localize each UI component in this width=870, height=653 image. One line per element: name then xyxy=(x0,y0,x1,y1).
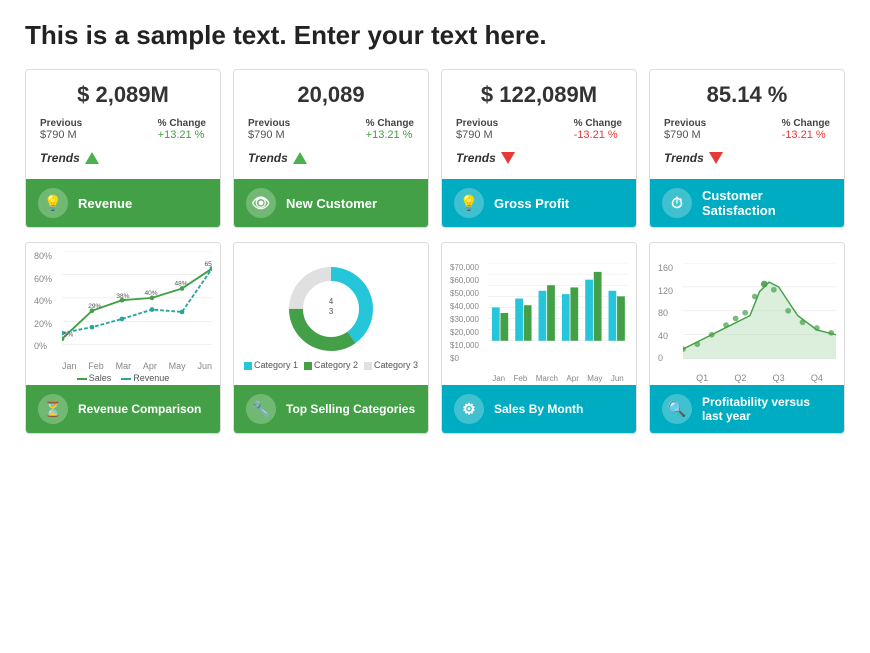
chart-footer-sales-by-month: ⚙ Sales By Month xyxy=(442,385,636,433)
kpi-previous-revenue: Previous $790 M xyxy=(40,118,82,141)
kpi-trends-gross-profit: Trends xyxy=(456,147,622,173)
chart-footer-revenue-comparison: ⏳ Revenue Comparison xyxy=(26,385,220,433)
new-customer-icon: 👁 xyxy=(246,188,276,218)
kpi-meta-customer-satisfaction: Previous $790 M % Change -13.21 % xyxy=(664,118,830,141)
kpi-meta-revenue: Previous $790 M % Change +13.21 % xyxy=(40,118,206,141)
chart-area-sales-by-month: $70,000 $60,000 $50,000 $40,000 $30,000 … xyxy=(442,243,636,385)
donut-legend: Category 1 Category 2 Category 3 xyxy=(244,360,418,370)
line-y-axis: 80% 60% 40% 20% 0% xyxy=(34,251,62,351)
chart-card-sales-by-month: $70,000 $60,000 $50,000 $40,000 $30,000 … xyxy=(441,242,637,434)
line-x-axis: Jan Feb Mar Apr May Jun xyxy=(62,361,212,371)
scatter-svg xyxy=(683,263,836,359)
svg-text:40%: 40% xyxy=(145,290,158,297)
revenue-comparison-icon: ⏳ xyxy=(38,394,68,424)
dashboard: $ 2,089M Previous $790 M % Change +13.21… xyxy=(25,69,845,434)
svg-text:48%: 48% xyxy=(175,281,188,288)
chart-area-profitability: 160 120 80 40 0 xyxy=(650,243,844,385)
kpi-value-gross-profit: $ 122,089M xyxy=(456,82,622,108)
kpi-trends-revenue: Trends xyxy=(40,147,206,173)
kpi-value-revenue: $ 2,089M xyxy=(40,82,206,108)
gross-profit-icon: 💡 xyxy=(454,188,484,218)
sales-by-month-icon: ⚙ xyxy=(454,394,484,424)
kpi-change-revenue: % Change +13.21 % xyxy=(158,118,206,141)
kpi-card-gross-profit: $ 122,089M Previous $790 M % Change -13.… xyxy=(441,69,637,228)
kpi-row: $ 2,089M Previous $790 M % Change +13.21… xyxy=(25,69,845,228)
top-selling-icon: 🔧 xyxy=(246,394,276,424)
chart-footer-profitability: 🔍 Profitability versus last year xyxy=(650,385,844,433)
kpi-trends-new-customer: Trends xyxy=(248,147,414,173)
svg-text:38%: 38% xyxy=(116,293,129,300)
bar-x-axis: Jan Feb March Apr May Jun xyxy=(488,374,628,383)
svg-text:4: 4 xyxy=(329,297,334,306)
kpi-footer-new-customer: 👁 New Customer xyxy=(234,179,428,227)
kpi-value-customer-satisfaction: 85.14 % xyxy=(664,82,830,108)
svg-text:3: 3 xyxy=(329,307,334,316)
kpi-card-customer-satisfaction: 85.14 % Previous $790 M % Change -13.21 … xyxy=(649,69,845,228)
kpi-card-new-customer: 20,089 Previous $790 M % Change +13.21 %… xyxy=(233,69,429,228)
kpi-trends-customer-satisfaction: Trends xyxy=(664,147,830,173)
bar-chart: $70,000 $60,000 $50,000 $40,000 $30,000 … xyxy=(450,263,628,383)
trend-down-icon xyxy=(501,152,515,164)
revenue-icon: 💡 xyxy=(38,188,68,218)
chart-card-profitability: 160 120 80 40 0 xyxy=(649,242,845,434)
profitability-icon: 🔍 xyxy=(662,394,692,424)
kpi-card-revenue: $ 2,089M Previous $790 M % Change +13.21… xyxy=(25,69,221,228)
bar-y-axis: $70,000 $60,000 $50,000 $40,000 $30,000 … xyxy=(450,263,488,363)
svg-text:29%: 29% xyxy=(88,303,101,310)
chart-footer-top-selling: 🔧 Top Selling Categories xyxy=(234,385,428,433)
kpi-body-customer-satisfaction: 85.14 % Previous $790 M % Change -13.21 … xyxy=(650,70,844,179)
bar-chart-svg xyxy=(488,263,628,341)
donut-svg: 4 3 xyxy=(286,264,376,354)
kpi-meta-new-customer: Previous $790 M % Change +13.21 % xyxy=(248,118,414,141)
donut-chart: 4 3 Category 1 Category 2 Category 3 xyxy=(244,257,418,377)
kpi-body-revenue: $ 2,089M Previous $790 M % Change +13.21… xyxy=(26,70,220,179)
scatter-y-axis: 160 120 80 40 0 xyxy=(658,263,683,363)
kpi-footer-customer-satisfaction: ⏱ Customer Satisfaction xyxy=(650,179,844,227)
kpi-body-new-customer: 20,089 Previous $790 M % Change +13.21 %… xyxy=(234,70,428,179)
svg-text:65%: 65% xyxy=(205,261,212,268)
trend-up-icon-2 xyxy=(293,152,307,164)
trend-down-icon-2 xyxy=(709,152,723,164)
scatter-x-axis: Q1 Q2 Q3 Q4 xyxy=(683,373,836,383)
chart-card-top-selling: 4 3 Category 1 Category 2 Category 3 🔧 T… xyxy=(233,242,429,434)
page-title: This is a sample text. Enter your text h… xyxy=(25,20,845,51)
kpi-meta-gross-profit: Previous $790 M % Change -13.21 % xyxy=(456,118,622,141)
kpi-footer-revenue: 💡 Revenue xyxy=(26,179,220,227)
kpi-footer-gross-profit: 💡 Gross Profit xyxy=(442,179,636,227)
line-chart-legend: Sales Revenue xyxy=(34,373,212,383)
chart-area-revenue-comparison: 80% 60% 40% 20% 0% xyxy=(26,243,220,385)
chart-area-top-selling: 4 3 Category 1 Category 2 Category 3 xyxy=(234,243,428,385)
trend-up-icon xyxy=(85,152,99,164)
kpi-body-gross-profit: $ 122,089M Previous $790 M % Change -13.… xyxy=(442,70,636,179)
line-chart-svg: 5% 29% 38% 40% 48% 65% xyxy=(62,251,212,345)
line-chart: 80% 60% 40% 20% 0% xyxy=(34,251,212,371)
kpi-value-new-customer: 20,089 xyxy=(248,82,414,108)
scatter-chart: 160 120 80 40 0 xyxy=(658,263,836,383)
chart-card-revenue-comparison: 80% 60% 40% 20% 0% xyxy=(25,242,221,434)
customer-satisfaction-icon: ⏱ xyxy=(662,188,692,218)
chart-row: 80% 60% 40% 20% 0% xyxy=(25,242,845,434)
svg-text:5%: 5% xyxy=(64,331,74,338)
